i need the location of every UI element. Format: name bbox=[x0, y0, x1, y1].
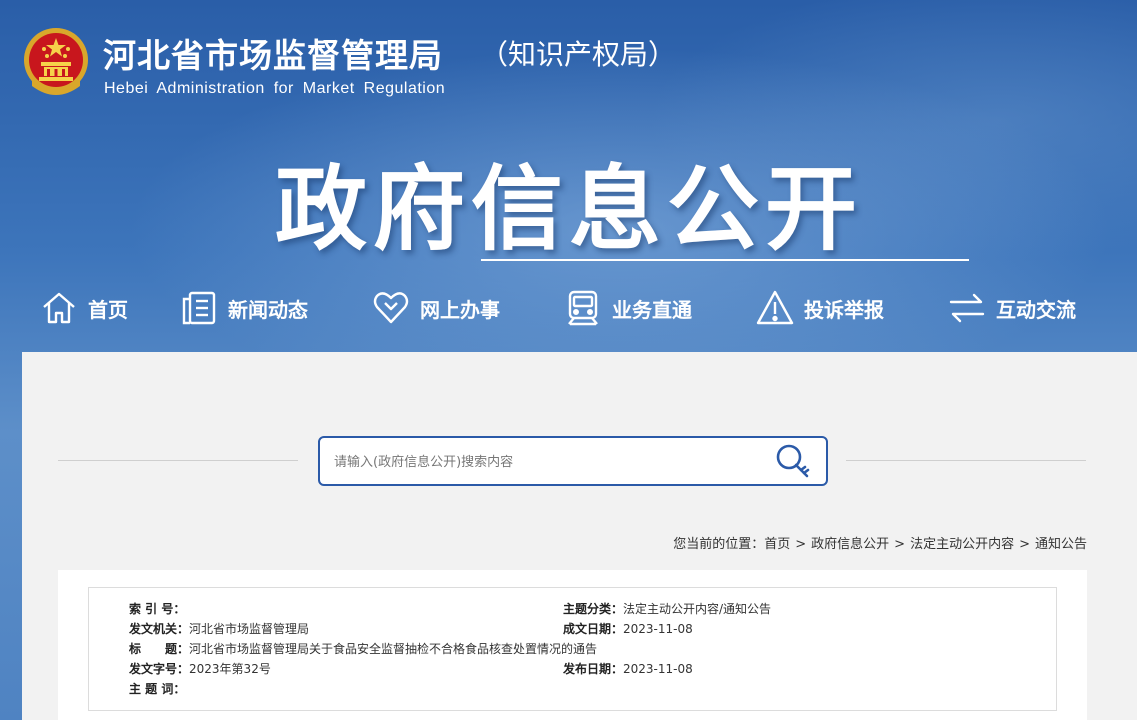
breadcrumb-separator: > bbox=[894, 537, 906, 552]
meta-docno-value: 2023年第32号 bbox=[189, 662, 271, 676]
meta-row: 发文字号：2023年第32号 发布日期：2023-11-08 bbox=[89, 660, 1058, 680]
meta-issuer-value: 河北省市场监督管理局 bbox=[189, 622, 310, 636]
warning-icon bbox=[756, 290, 794, 325]
search-divider-left bbox=[58, 460, 298, 461]
nav-item-news[interactable]: 新闻动态 bbox=[180, 282, 308, 334]
meta-keywords: 主 题 词： bbox=[129, 680, 185, 697]
meta-index: 索 引 号： bbox=[129, 600, 185, 617]
meta-category-label: 主题分类： bbox=[563, 602, 624, 616]
breadcrumb-separator: > bbox=[795, 537, 807, 552]
meta-row: 主 题 词： bbox=[89, 680, 1058, 700]
nav-label-business-direct: 业务直通 bbox=[612, 297, 692, 322]
nav-item-business-direct[interactable]: 业务直通 bbox=[564, 282, 692, 334]
site-subtitle: （知识产权局） bbox=[480, 38, 677, 71]
meta-keywords-label: 主 题 词： bbox=[129, 682, 186, 696]
meta-category-value: 法定主动公开内容/通知公告 bbox=[623, 602, 772, 616]
document-meta-table: 索 引 号： 主题分类：法定主动公开内容/通知公告 发文机关：河北省市场监督管理… bbox=[88, 587, 1057, 711]
meta-published-label: 发布日期： bbox=[563, 662, 624, 676]
breadcrumb-item-statutory[interactable]: 法定主动公开内容 bbox=[910, 537, 1014, 552]
meta-title-value: 河北省市场监督管理局关于食品安全监督抽检不合格食品核查处置情况的通告 bbox=[189, 642, 598, 656]
meta-created-value: 2023-11-08 bbox=[623, 622, 693, 636]
meta-issuer-label: 发文机关： bbox=[129, 622, 190, 636]
document-panel: 索 引 号： 主题分类：法定主动公开内容/通知公告 发文机关：河北省市场监督管理… bbox=[58, 570, 1087, 720]
meta-published: 发布日期：2023-11-08 bbox=[563, 660, 693, 677]
title-divider bbox=[481, 259, 969, 261]
breadcrumb: 您当前的位置：首页 > 政府信息公开 > 法定主动公开内容 > 通知公告 bbox=[673, 533, 1087, 552]
meta-index-label: 索 引 号： bbox=[129, 602, 186, 616]
meta-issuer: 发文机关：河北省市场监督管理局 bbox=[129, 620, 309, 637]
news-icon bbox=[182, 291, 216, 325]
home-icon bbox=[43, 292, 75, 324]
meta-created: 成文日期：2023-11-08 bbox=[563, 620, 693, 637]
site-title: 河北省市场监督管理局 bbox=[103, 36, 443, 75]
breadcrumb-item-notice[interactable]: 通知公告 bbox=[1035, 537, 1087, 552]
nav-item-online-service[interactable]: 网上办事 bbox=[372, 282, 500, 334]
search-box bbox=[318, 436, 828, 486]
breadcrumb-item-gov-info[interactable]: 政府信息公开 bbox=[811, 537, 889, 552]
nav-item-complaint[interactable]: 投诉举报 bbox=[756, 282, 884, 334]
exchange-icon bbox=[949, 293, 985, 323]
meta-row: 索 引 号： 主题分类：法定主动公开内容/通知公告 bbox=[89, 600, 1058, 620]
breadcrumb-item-home[interactable]: 首页 bbox=[764, 537, 790, 552]
meta-category: 主题分类：法定主动公开内容/通知公告 bbox=[563, 600, 771, 617]
meta-title-label: 标 题： bbox=[129, 642, 190, 656]
breadcrumb-prefix: 您当前的位置： bbox=[673, 537, 765, 552]
nav-label-online-service: 网上办事 bbox=[420, 297, 500, 322]
meta-row: 发文机关：河北省市场监督管理局 成文日期：2023-11-08 bbox=[89, 620, 1058, 640]
search-divider-right bbox=[846, 460, 1086, 461]
meta-created-label: 成文日期： bbox=[563, 622, 624, 636]
site-english-name: Hebei Administration for Market Regulati… bbox=[104, 80, 446, 97]
meta-docno-label: 发文字号： bbox=[129, 662, 190, 676]
meta-published-value: 2023-11-08 bbox=[623, 662, 693, 676]
national-emblem-logo bbox=[24, 28, 88, 95]
banner-title: 政府信息公开 bbox=[275, 156, 864, 263]
heart-icon bbox=[373, 292, 409, 324]
breadcrumb-separator: > bbox=[1019, 537, 1030, 552]
search-input[interactable] bbox=[334, 450, 754, 474]
nav-label-news: 新闻动态 bbox=[228, 297, 308, 322]
nav-label-complaint: 投诉举报 bbox=[804, 297, 884, 322]
main-nav: 首页 新闻动态 网上办事 业务直通 投诉举报 互动交流 bbox=[0, 282, 1137, 334]
search-icon[interactable] bbox=[774, 443, 814, 481]
meta-row: 标 题：河北省市场监督管理局关于食品安全监督抽检不合格食品核查处置情况的通告 bbox=[89, 640, 1058, 660]
nav-label-interaction: 互动交流 bbox=[996, 297, 1076, 322]
nav-item-interaction[interactable]: 互动交流 bbox=[948, 282, 1076, 334]
nav-label-home: 首页 bbox=[88, 297, 128, 322]
nav-item-home[interactable]: 首页 bbox=[40, 282, 128, 334]
meta-docno: 发文字号：2023年第32号 bbox=[129, 660, 271, 677]
meta-title: 标 题：河北省市场监督管理局关于食品安全监督抽检不合格食品核查处置情况的通告 bbox=[129, 640, 597, 657]
main-content: 您当前的位置：首页 > 政府信息公开 > 法定主动公开内容 > 通知公告 索 引 号： 主题… bbox=[22, 352, 1137, 720]
train-icon bbox=[568, 290, 598, 326]
